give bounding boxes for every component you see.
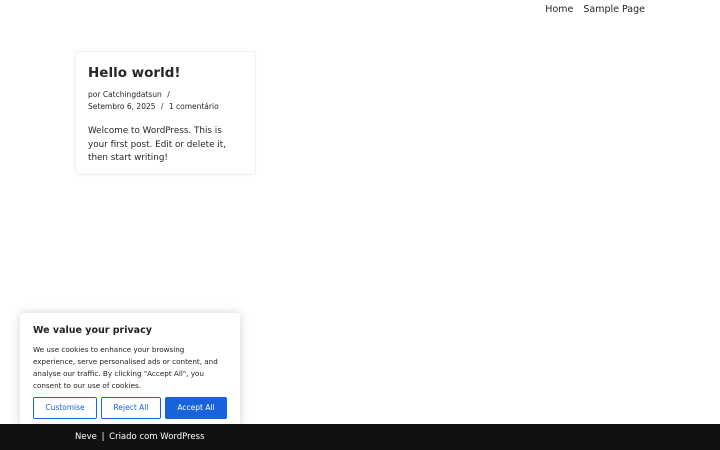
cookie-button-group: Customise Reject All Accept All: [33, 397, 227, 419]
post-comments-link[interactable]: 1 comentário: [169, 102, 219, 111]
post-card: Hello world! por Catchingdatsun / Setemb…: [75, 51, 256, 175]
nav-item-sample-page[interactable]: Sample Page: [583, 4, 645, 16]
nav-item-home[interactable]: Home: [545, 4, 573, 16]
customise-button[interactable]: Customise: [33, 397, 97, 419]
primary-menu: Home Sample Page: [545, 4, 645, 16]
meta-separator: /: [167, 90, 170, 99]
reject-all-button[interactable]: Reject All: [101, 397, 161, 419]
cookie-consent-banner: We value your privacy We use cookies to …: [20, 313, 240, 430]
cookie-title: We value your privacy: [33, 325, 152, 336]
site-footer: Neve | Criado com WordPress: [0, 424, 720, 450]
footer-credits: Neve | Criado com WordPress: [75, 432, 205, 443]
post-excerpt: Welcome to WordPress. This is your first…: [88, 126, 226, 163]
post-author-link[interactable]: Catchingdatsun: [103, 90, 162, 99]
post-date-link[interactable]: Setembro 6, 2025: [88, 102, 156, 111]
cookie-description: We use cookies to enhance your browsing …: [33, 345, 218, 390]
footer-credit-text: Criado com WordPress: [109, 432, 205, 442]
page: Home Sample Page Hello world! por Catchi…: [0, 0, 720, 450]
post-by-label: por: [88, 90, 101, 99]
accept-all-button[interactable]: Accept All: [165, 397, 227, 419]
post-title[interactable]: Hello world!: [88, 65, 243, 81]
footer-theme-link[interactable]: Neve: [75, 432, 97, 442]
footer-divider: |: [101, 432, 105, 442]
post-meta: por Catchingdatsun / Setembro 6, 2025 / …: [88, 89, 243, 113]
meta-separator: /: [160, 102, 164, 111]
